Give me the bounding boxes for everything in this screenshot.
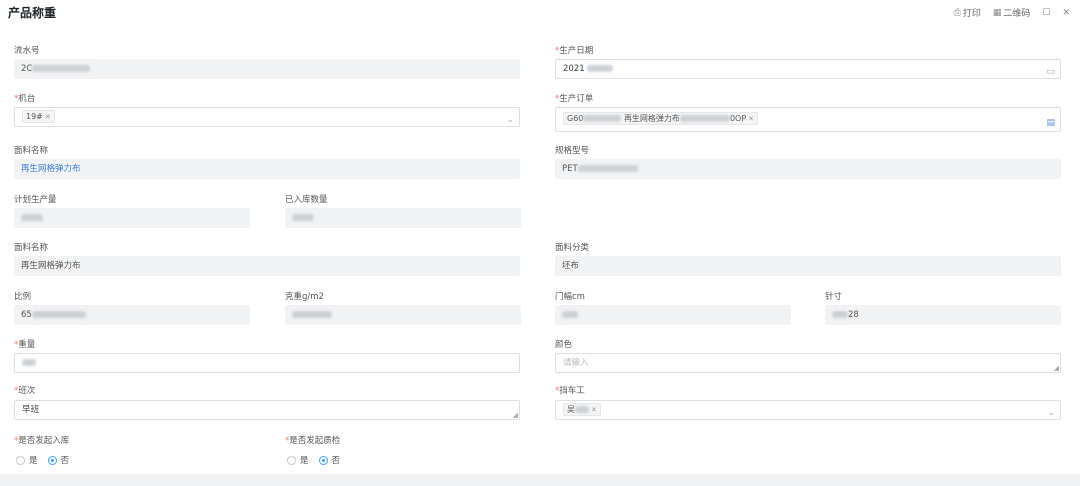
production-date-label: *生产日期	[555, 46, 594, 56]
redacted-value	[32, 65, 91, 72]
machine-select[interactable]: 19# ✕ ⌄	[14, 107, 520, 127]
stocked-qty-field	[285, 208, 521, 228]
fabric-name-link[interactable]: 再生网格弹力布	[14, 159, 520, 179]
machine-label: *机台	[14, 94, 36, 104]
operator-tag: 吴 ✕	[563, 403, 601, 416]
planned-qty-label: 计划生产量	[14, 195, 57, 205]
production-order-select[interactable]: G60 再生网格弹力布 0OP ✕ ▤	[555, 107, 1061, 132]
radio-no-selected[interactable]	[318, 455, 328, 465]
weight-label: *重量	[14, 340, 36, 350]
qrcode-button[interactable]: ▦ 二维码	[992, 6, 1031, 20]
tag-remove-icon[interactable]: ✕	[748, 115, 754, 123]
maximize-icon: ☐	[1042, 7, 1051, 18]
product-weighing-page: 产品称重 ⎙ 打印 ▦ 二维码 ☐ ✕ 流水号 2C *生产日期 2021 ▭ …	[0, 0, 1080, 486]
resize-handle-icon[interactable]: ◢	[513, 412, 518, 419]
color-label: 颜色	[555, 340, 573, 350]
width-cm-field	[555, 305, 791, 325]
shift-textarea[interactable]: 早班 ◢	[14, 400, 520, 420]
planned-qty-field	[14, 208, 250, 228]
spec-model-field: PET	[555, 159, 1061, 179]
header-actions: ⎙ 打印 ▦ 二维码 ☐ ✕	[953, 6, 1070, 20]
operator-select[interactable]: 吴 ✕ ⌄	[555, 400, 1061, 420]
maximize-button[interactable]: ☐	[1042, 8, 1050, 18]
stocked-qty-label: 已入库数量	[285, 195, 328, 205]
calendar-icon: ▭	[1046, 67, 1055, 77]
machine-tag: 19# ✕	[22, 110, 55, 123]
fabric-name-top-label: 面料名称	[14, 146, 49, 156]
redacted-value	[562, 311, 578, 318]
weight-gsm-label: 克重g/m2	[285, 292, 324, 302]
serial-no-field: 2C	[14, 59, 520, 79]
bottom-toolbar	[0, 474, 1080, 486]
redacted-value	[22, 359, 36, 366]
gauge-label: 针寸	[825, 292, 843, 302]
document-icon[interactable]: ▤	[1046, 114, 1055, 132]
weight-gsm-field	[285, 305, 521, 325]
redacted-value	[292, 311, 332, 318]
redacted-value	[587, 65, 614, 72]
redacted-value	[292, 214, 314, 221]
tag-remove-icon[interactable]: ✕	[45, 113, 51, 121]
redacted-value	[21, 214, 43, 221]
fabric-category-field: 坯布	[555, 256, 1061, 276]
start-stock-in-label: *是否发起入库	[14, 436, 70, 446]
resize-handle-icon[interactable]: ◢	[1054, 365, 1059, 372]
production-order-tag: G60 再生网格弹力布 0OP ✕	[563, 112, 759, 125]
gauge-field: 28	[825, 305, 1061, 325]
redacted-value	[577, 165, 638, 172]
chevron-down-icon: ⌄	[506, 115, 514, 125]
start-qc-label: *是否发起质检	[285, 436, 341, 446]
fabric-category-label: 面料分类	[555, 243, 590, 253]
qrcode-icon: ▦	[992, 7, 1002, 18]
redacted-value	[31, 311, 86, 318]
production-date-picker[interactable]: 2021 ▭	[555, 59, 1061, 79]
radio-yes[interactable]	[16, 455, 25, 465]
radio-no-selected[interactable]	[47, 455, 57, 465]
color-textarea[interactable]: 请输入 ◢	[555, 353, 1061, 373]
page-title: 产品称重	[8, 6, 57, 20]
shift-label: *班次	[14, 386, 36, 396]
tag-remove-icon[interactable]: ✕	[591, 406, 597, 414]
spec-model-label: 规格型号	[555, 146, 590, 156]
chevron-down-icon: ⌄	[1047, 408, 1055, 418]
serial-no-label: 流水号	[14, 46, 40, 56]
weight-input[interactable]	[14, 353, 520, 373]
page-header: 产品称重 ⎙ 打印 ▦ 二维码 ☐ ✕	[0, 0, 1080, 26]
radio-yes[interactable]	[287, 455, 296, 465]
fabric-name-label: 面料名称	[14, 243, 49, 253]
start-stock-in-radio-group: 是 否	[16, 454, 75, 466]
close-icon: ✕	[1062, 7, 1070, 18]
ratio-field: 65	[14, 305, 250, 325]
ratio-label: 比例	[14, 292, 32, 302]
operator-label: *挡车工	[555, 386, 585, 396]
close-button[interactable]: ✕	[1062, 8, 1070, 18]
fabric-name-field: 再生网格弹力布	[14, 256, 520, 276]
start-qc-radio-group: 是 否	[287, 454, 346, 466]
redacted-value	[832, 311, 848, 318]
printer-icon: ⎙	[953, 7, 961, 18]
production-order-label: *生产订单	[555, 94, 594, 104]
print-button[interactable]: ⎙ 打印	[953, 6, 981, 20]
width-cm-label: 门幅cm	[555, 292, 585, 302]
